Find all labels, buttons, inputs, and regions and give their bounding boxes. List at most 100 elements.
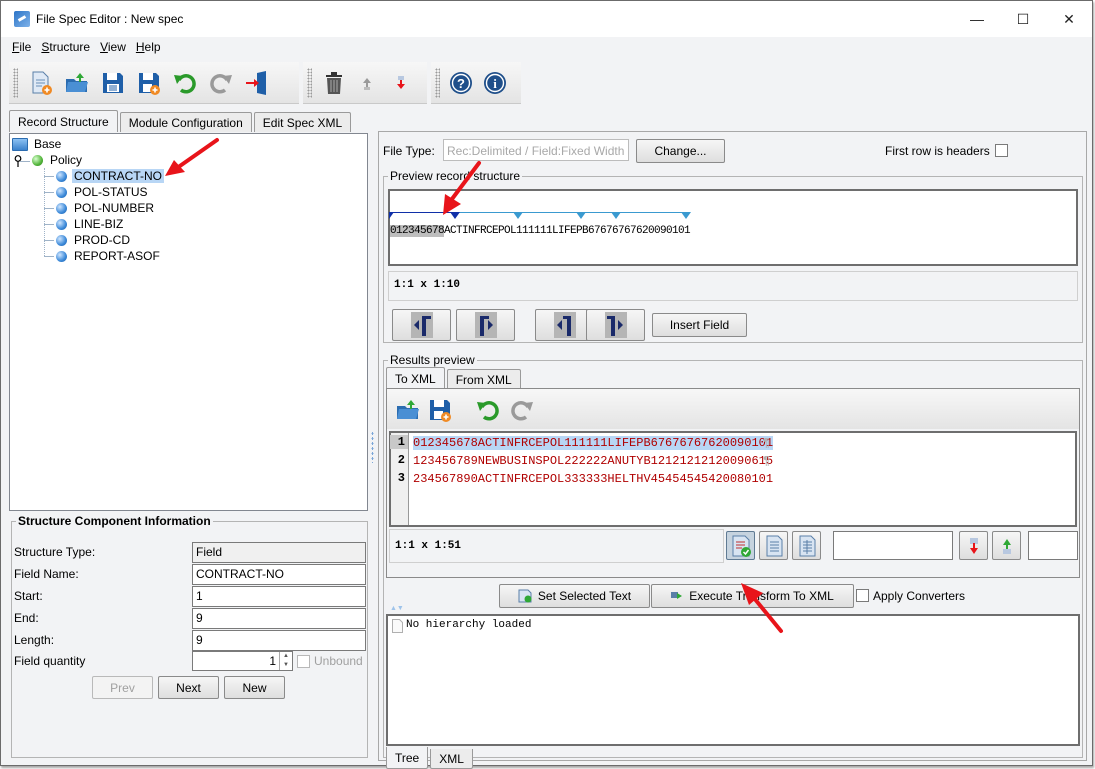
close-button[interactable]: ✕ — [1046, 1, 1092, 37]
save-as-icon — [430, 400, 451, 422]
field-marker[interactable] — [450, 212, 460, 219]
editor-save-as-button[interactable] — [425, 395, 455, 425]
spin-down-icon[interactable]: ▼ — [280, 661, 292, 670]
next-button[interactable]: Next — [158, 676, 219, 699]
view-mode-validated-button[interactable] — [726, 531, 755, 560]
new-button[interactable]: New — [224, 676, 285, 699]
end-input[interactable]: 9 — [192, 607, 366, 629]
move-down-button[interactable] — [387, 68, 415, 98]
field-marker[interactable] — [681, 212, 691, 219]
execute-transform-button[interactable]: Execute Transform To XML — [651, 584, 854, 608]
help-button[interactable]: ? — [448, 68, 476, 98]
tab-from-xml[interactable]: From XML — [446, 369, 521, 389]
tree-node-field[interactable]: POL-STATUS — [56, 184, 150, 200]
field-name-input[interactable]: CONTRACT-NO — [192, 563, 366, 585]
tab-xml[interactable]: XML — [430, 749, 473, 769]
tab-tree[interactable]: Tree — [386, 747, 429, 769]
menu-help[interactable]: Help — [131, 40, 166, 54]
tree-node-field[interactable]: REPORT-ASOF — [56, 248, 162, 264]
apply-converters-checkbox[interactable] — [856, 589, 869, 602]
pilcrow-icon: ¶ — [763, 436, 771, 450]
main-tabs: Record Structure Module Configuration Ed… — [9, 110, 353, 132]
menu-view[interactable]: View — [95, 40, 131, 54]
editor-open-button[interactable] — [393, 395, 423, 425]
unbound-checkbox[interactable] — [297, 654, 310, 668]
collapse-splitter-icon[interactable]: ▲▼ — [390, 605, 404, 612]
save-as-icon — [139, 72, 160, 95]
tab-module-configuration[interactable]: Module Configuration — [119, 112, 252, 132]
tree-node-field[interactable]: PROD-CD — [56, 232, 132, 248]
toolbar-grip[interactable] — [307, 67, 312, 98]
tree-node-label: REPORT-ASOF — [74, 249, 160, 263]
tree-node-label: Base — [34, 137, 62, 151]
to-xml-panel: 1 2 3 012345678ACTINFRCEPOL111111LIFEPB6… — [386, 388, 1080, 578]
tree-node-field[interactable]: CONTRACT-NO — [56, 168, 164, 184]
tree-node-field[interactable]: LINE-BIZ — [56, 216, 125, 232]
menu-structure[interactable]: Structure — [36, 40, 95, 54]
info-icon: i — [484, 71, 507, 94]
structure-component-info: Structure Component Information Structur… — [11, 514, 368, 758]
view-mode-text-button[interactable] — [759, 531, 788, 560]
tab-edit-spec-xml[interactable]: Edit Spec XML — [253, 112, 352, 132]
spin-up-icon[interactable]: ▲ — [280, 652, 292, 661]
maximize-button[interactable]: ☐ — [1000, 1, 1046, 37]
field-marker[interactable] — [611, 212, 621, 219]
hierarchy-view[interactable]: No hierarchy loaded — [386, 614, 1080, 746]
search-input[interactable] — [833, 531, 953, 560]
delete-button[interactable] — [320, 68, 348, 98]
tab-to-xml[interactable]: To XML — [386, 367, 445, 389]
view-mode-columns-button[interactable] — [792, 531, 821, 560]
prev-button[interactable]: Prev — [92, 676, 153, 699]
tree-node-field[interactable]: POL-NUMBER — [56, 200, 156, 216]
redo-button[interactable] — [206, 68, 236, 98]
menu-file[interactable]: File — [7, 40, 36, 54]
structure-tree[interactable]: Base Policy CONTRACT-NO POL-STATUS POL-NUM… — [9, 133, 368, 511]
tree-node-base[interactable]: Base — [12, 136, 63, 152]
minimize-button[interactable]: — — [954, 1, 1000, 37]
execute-icon — [671, 592, 683, 599]
shift-start-left-button[interactable] — [392, 309, 451, 341]
find-next-button[interactable] — [959, 531, 988, 560]
record-preview-canvas[interactable]: 012345678ACTINFRCEPOL111111LIFEPB6767676… — [388, 189, 1078, 266]
undo-button[interactable] — [170, 68, 200, 98]
match-count-field — [1028, 531, 1078, 560]
move-up-button[interactable] — [353, 68, 381, 98]
field-label: Length: — [14, 633, 55, 647]
splitter-handle[interactable] — [371, 431, 374, 463]
exit-button[interactable] — [242, 68, 272, 98]
field-marker[interactable] — [389, 212, 394, 219]
field-quantity-stepper[interactable]: 1 ▲ ▼ — [192, 651, 293, 671]
new-spec-button[interactable] — [26, 68, 56, 98]
toolbar-grip[interactable] — [13, 67, 18, 98]
editor-undo-button[interactable] — [473, 395, 503, 425]
line-number-gutter: 1 2 3 — [390, 433, 409, 525]
shift-end-right-button[interactable] — [586, 309, 645, 341]
info-button[interactable]: i — [481, 68, 509, 98]
tree-connector — [44, 224, 54, 225]
tree-node-policy[interactable]: Policy — [32, 152, 84, 168]
set-selected-text-button[interactable]: Set Selected Text — [499, 584, 650, 608]
find-previous-button[interactable] — [992, 531, 1021, 560]
field-marker[interactable] — [576, 212, 586, 219]
toolbar-grip[interactable] — [435, 67, 440, 98]
shift-start-right-button[interactable] — [456, 309, 515, 341]
open-button[interactable] — [62, 68, 92, 98]
open-icon — [66, 72, 88, 92]
save-as-button[interactable] — [134, 68, 164, 98]
start-input[interactable]: 1 — [192, 585, 366, 607]
change-file-type-button[interactable]: Change... — [636, 139, 725, 163]
save-button[interactable] — [98, 68, 128, 98]
first-row-headers-checkbox[interactable] — [995, 144, 1008, 157]
insert-field-button[interactable]: Insert Field — [652, 313, 747, 337]
code-line-text: 234567890ACTINFRCEPOL333333HELTHV4545454… — [413, 472, 774, 486]
length-input[interactable]: 9 — [192, 629, 366, 651]
field-quantity-value: 1 — [269, 654, 276, 668]
input-text-editor[interactable]: 1 2 3 012345678ACTINFRCEPOL111111LIFEPB6… — [389, 431, 1077, 527]
field-marker[interactable] — [513, 212, 523, 219]
tab-record-structure[interactable]: Record Structure — [9, 110, 118, 132]
exit-icon — [246, 70, 266, 95]
delete-icon — [325, 71, 342, 94]
field-label: End: — [14, 611, 39, 625]
editor-redo-button[interactable] — [507, 395, 537, 425]
redo-icon — [511, 401, 533, 421]
